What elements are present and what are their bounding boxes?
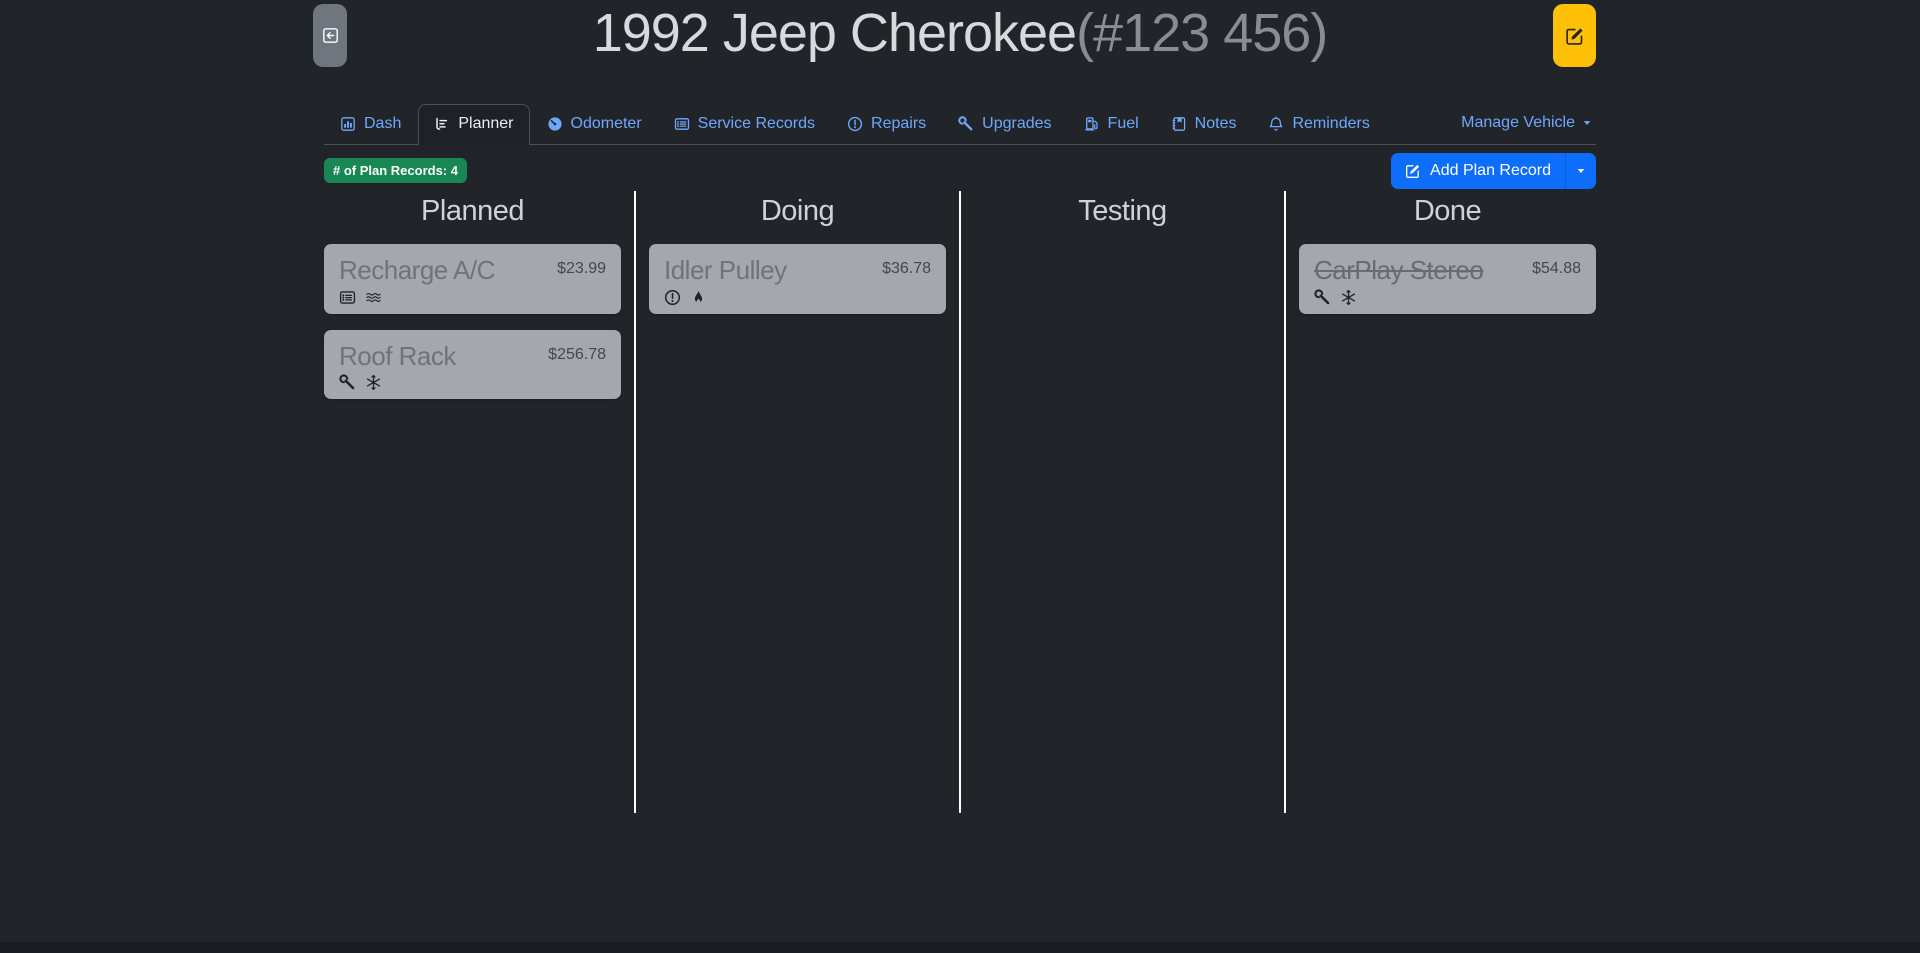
- arrow-left-square-icon: [322, 27, 339, 44]
- add-plan-record-dropdown-toggle[interactable]: [1565, 153, 1596, 189]
- plan-records-count-badge: # of Plan Records: 4: [324, 158, 467, 183]
- plan-card-cost: $23.99: [557, 256, 606, 278]
- board-column-planned: Planned Recharge A/C $23.99 Roof Rack $256.7…: [324, 191, 636, 813]
- fuel-pump-icon: [1084, 116, 1100, 132]
- water-icon: [365, 289, 382, 306]
- fire-icon: [690, 289, 707, 306]
- tab-upgrades[interactable]: Upgrades: [943, 105, 1066, 144]
- plan-card-icons: [339, 289, 606, 306]
- tab-label: Odometer: [571, 115, 642, 133]
- bell-icon: [1268, 116, 1284, 132]
- plan-card-title: Recharge A/C: [339, 256, 495, 285]
- board-column-testing: Testing: [961, 191, 1286, 813]
- board-column-done: Done CarPlay Stereo $54.88: [1286, 191, 1596, 813]
- tab-label: Repairs: [871, 115, 926, 133]
- tab-label: Notes: [1195, 115, 1237, 133]
- plan-card-roof-rack[interactable]: Roof Rack $256.78: [324, 330, 621, 400]
- wrench-icon: [958, 116, 974, 132]
- footer-strip: [0, 942, 1920, 953]
- card-list-icon: [674, 116, 690, 132]
- exclamation-circle-icon: [847, 116, 863, 132]
- tab-dash[interactable]: Dash: [325, 105, 416, 144]
- column-title: Testing: [974, 195, 1271, 228]
- plan-card-recharge-a-c[interactable]: Recharge A/C $23.99: [324, 244, 621, 314]
- tab-bar: Dash Planner Odometer Service Records Repair…: [324, 104, 1596, 145]
- tab-notes[interactable]: Notes: [1156, 105, 1252, 144]
- bar-chart-icon: [340, 116, 356, 132]
- plan-card-title: Roof Rack: [339, 342, 456, 371]
- add-plan-record-group: Add Plan Record: [1391, 153, 1596, 189]
- plan-card-header: CarPlay Stereo $54.88: [1314, 256, 1581, 285]
- wrench-icon: [339, 374, 356, 391]
- plan-kanban-board: Planned Recharge A/C $23.99 Roof Rack $256.7…: [324, 191, 1596, 813]
- tab-label: Upgrades: [982, 115, 1051, 133]
- plan-card-cost: $36.78: [882, 256, 931, 278]
- tab-planner[interactable]: Planner: [418, 104, 529, 145]
- tab-repairs[interactable]: Repairs: [832, 105, 941, 144]
- column-title: Doing: [649, 195, 946, 228]
- tab-label: Fuel: [1108, 115, 1139, 133]
- back-button[interactable]: [313, 4, 347, 67]
- plan-card-icons: [339, 374, 606, 391]
- tab-label: Planner: [458, 115, 513, 133]
- column-title: Planned: [324, 195, 621, 228]
- plan-card-title: Idler Pulley: [664, 256, 787, 285]
- caret-down-icon: [1576, 166, 1586, 176]
- plan-card-icons: [1314, 289, 1581, 306]
- pencil-square-icon: [1565, 26, 1585, 46]
- pencil-square-icon: [1405, 163, 1421, 179]
- journal-bookmark-icon: [1171, 116, 1187, 132]
- exclamation-circle-icon: [664, 289, 681, 306]
- plan-card-cost: $256.78: [548, 342, 606, 364]
- column-title: Done: [1299, 195, 1596, 228]
- manage-vehicle-label: Manage Vehicle: [1461, 114, 1575, 132]
- board-column-doing: Doing Idler Pulley $36.78: [636, 191, 961, 813]
- vehicle-page: 1992 Jeep Cherokee(#123 456) Dash Planner…: [324, 0, 1596, 813]
- plan-card-header: Idler Pulley $36.78: [664, 256, 931, 285]
- tab-list: Dash Planner Odometer Service Records Repair…: [324, 104, 1386, 144]
- plan-card-icons: [664, 289, 931, 306]
- plan-card-carplay-stereo[interactable]: CarPlay Stereo $54.88: [1299, 244, 1596, 314]
- tab-odometer[interactable]: Odometer: [532, 105, 657, 144]
- plan-card-header: Roof Rack $256.78: [339, 342, 606, 371]
- top-bar: 1992 Jeep Cherokee(#123 456): [324, 0, 1596, 73]
- tab-label: Reminders: [1292, 115, 1369, 133]
- manage-vehicle-dropdown[interactable]: Manage Vehicle: [1461, 114, 1596, 144]
- wrench-icon: [1314, 289, 1331, 306]
- caret-down-icon: [1582, 118, 1592, 128]
- planner-toolbar: # of Plan Records: 4 Add Plan Record: [324, 153, 1596, 189]
- list-nested-icon: [434, 116, 450, 132]
- tab-label: Service Records: [698, 115, 815, 133]
- add-plan-record-label: Add Plan Record: [1430, 162, 1551, 180]
- vehicle-plate: (#123 456): [1076, 3, 1327, 63]
- plan-card-title: CarPlay Stereo: [1314, 256, 1483, 285]
- plan-card-header: Recharge A/C $23.99: [339, 256, 606, 285]
- speedometer-icon: [547, 116, 563, 132]
- page-title: 1992 Jeep Cherokee(#123 456): [324, 0, 1596, 66]
- tab-fuel[interactable]: Fuel: [1069, 105, 1154, 144]
- card-list-icon: [339, 289, 356, 306]
- plan-card-idler-pulley[interactable]: Idler Pulley $36.78: [649, 244, 946, 314]
- snow-icon: [1340, 289, 1357, 306]
- add-plan-record-button[interactable]: Add Plan Record: [1391, 153, 1565, 189]
- tab-label: Dash: [364, 115, 401, 133]
- tab-service-records[interactable]: Service Records: [659, 105, 830, 144]
- plan-card-cost: $54.88: [1532, 256, 1581, 278]
- tab-reminders[interactable]: Reminders: [1253, 105, 1384, 144]
- snow-icon: [365, 374, 382, 391]
- edit-vehicle-button[interactable]: [1553, 4, 1596, 67]
- vehicle-title: 1992 Jeep Cherokee: [593, 3, 1076, 63]
